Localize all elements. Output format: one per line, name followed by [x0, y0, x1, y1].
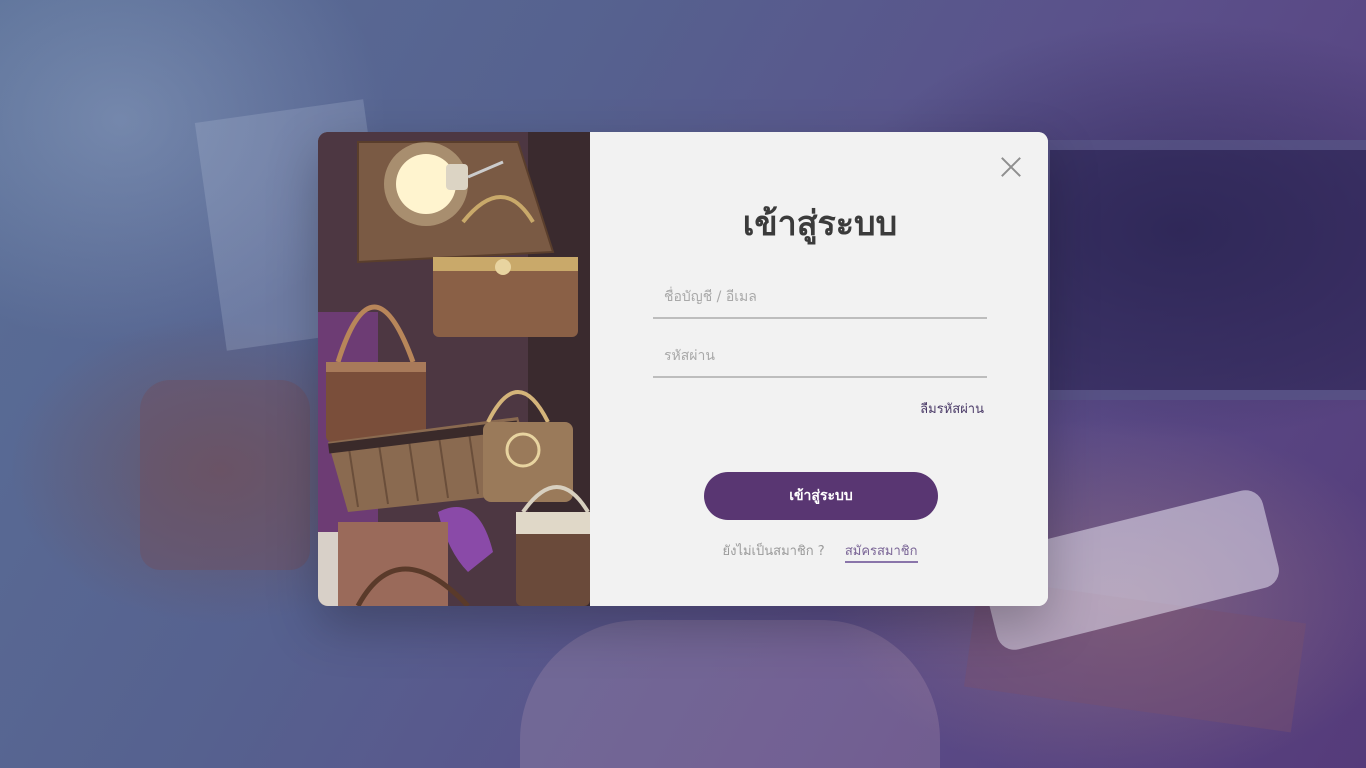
login-title: เข้าสู่ระบบ	[742, 204, 898, 244]
handbag-display-image	[318, 132, 590, 606]
close-icon[interactable]	[1000, 156, 1022, 178]
signup-link[interactable]: สมัครสมาชิก	[844, 544, 918, 563]
login-button[interactable]: เข้าสู่ระบบ	[704, 472, 938, 520]
password-input[interactable]	[653, 336, 987, 378]
login-form-panel: เข้าสู่ระบบ ลืมรหัสผ่าน เข้าสู่ระบบ ยังไ…	[590, 132, 1048, 606]
handbag-illustration	[318, 132, 590, 606]
login-modal: เข้าสู่ระบบ ลืมรหัสผ่าน เข้าสู่ระบบ ยังไ…	[318, 132, 1048, 606]
background-hand	[520, 620, 940, 768]
forgot-password-link[interactable]: ลืมรหัสผ่าน	[790, 398, 984, 419]
background-jar	[140, 380, 310, 570]
background-monitor	[1040, 140, 1366, 400]
signup-question-text: ยังไม่เป็นสมาชิก ?	[722, 544, 825, 559]
signup-row: ยังไม่เป็นสมาชิก ? สมัครสมาชิก	[590, 540, 1048, 563]
username-email-input[interactable]	[653, 277, 987, 319]
